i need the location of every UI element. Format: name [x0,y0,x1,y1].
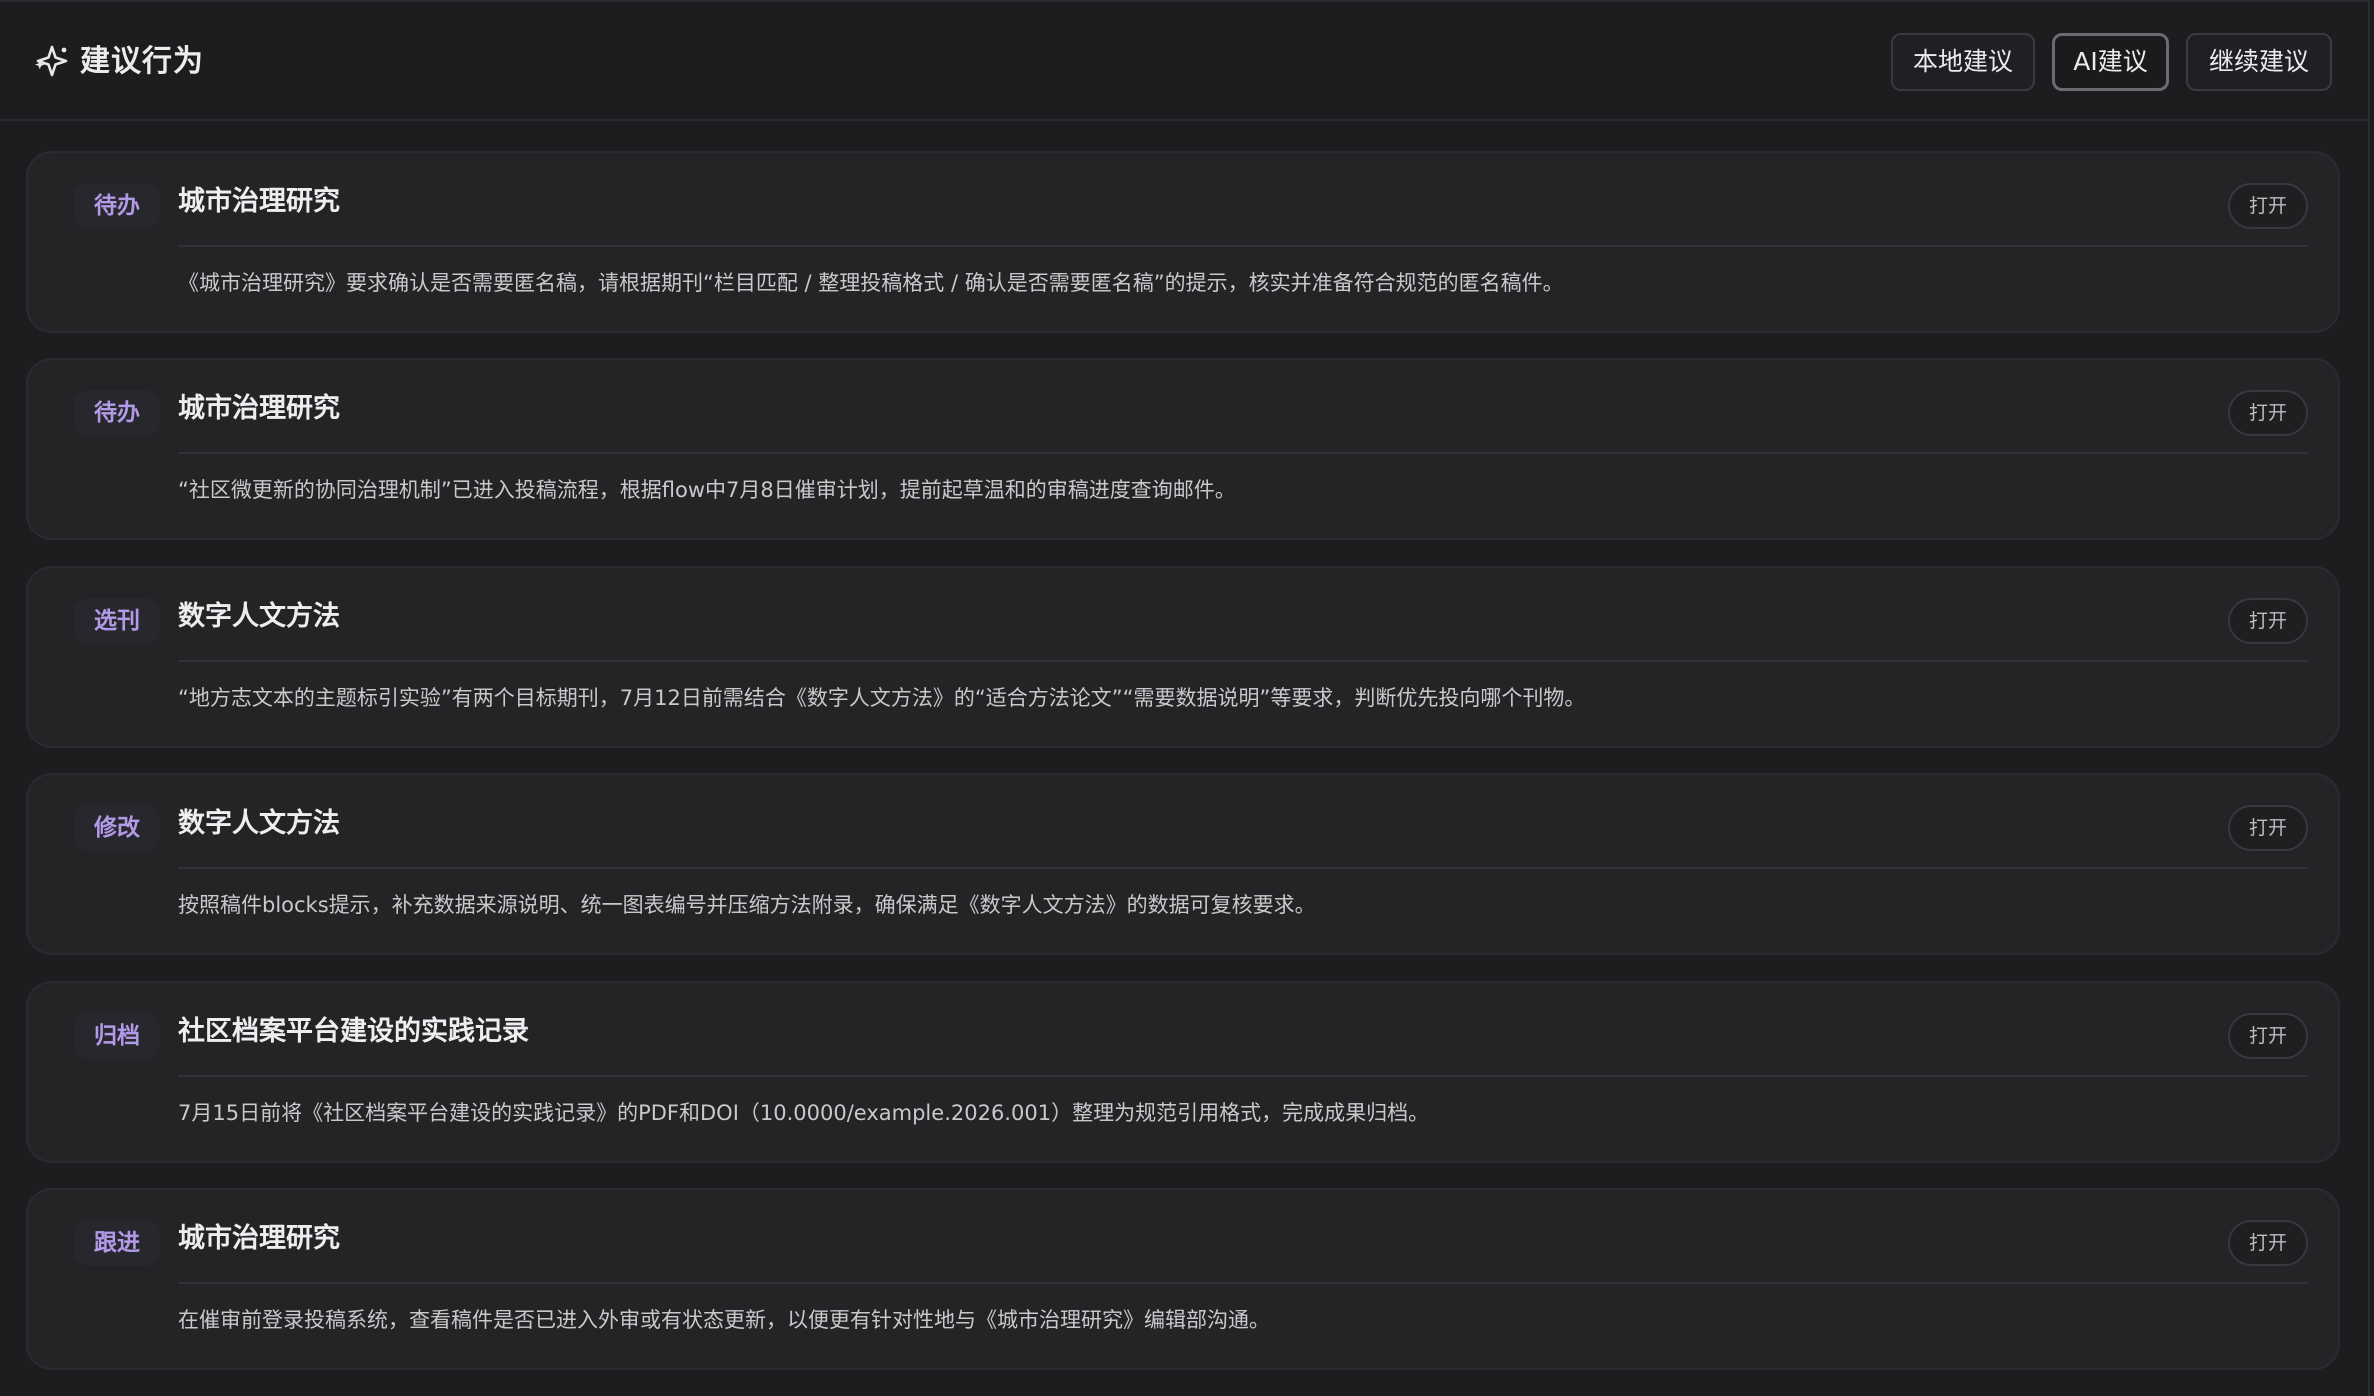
suggestions-panel: 建议行为 本地建议 AI建议 继续建议 待办 城市治理研究 打开 《城市治理研究… [0,0,2370,1396]
panel-header: 建议行为 本地建议 AI建议 继续建议 [0,2,2368,121]
suggestion-description: “社区微更新的协同治理机制”已进入投稿流程，根据flow中7月8日催审计划，提前… [178,478,1236,502]
card-divider [178,452,2308,454]
suggestion-tag: 待办 [74,183,160,229]
open-button[interactable]: 打开 [2228,390,2308,436]
suggestion-card: 待办 城市治理研究 打开 “社区微更新的协同治理机制”已进入投稿流程，根据flo… [26,358,2340,540]
suggestion-card: 选刊 数字人文方法 打开 “地方志文本的主题标引实验”有两个目标期刊，7月12日… [26,566,2340,748]
open-button[interactable]: 打开 [2228,1013,2308,1059]
suggestion-description: 按照稿件blocks提示，补充数据来源说明、统一图表编号并压缩方法附录，确保满足… [178,893,1316,917]
suggestion-tag: 选刊 [74,598,160,644]
suggestion-description: 7月15日前将《社区档案平台建设的实践记录》的PDF和DOI（10.0000/e… [178,1101,1430,1125]
suggestion-tag: 跟进 [74,1220,160,1266]
card-divider [178,660,2308,662]
suggestion-card: 修改 数字人文方法 打开 按照稿件blocks提示，补充数据来源说明、统一图表编… [26,773,2340,955]
panel-title: 建议行为 [80,44,204,79]
suggestion-title: 数字人文方法 [178,601,340,632]
suggestion-card: 归档 社区档案平台建设的实践记录 打开 7月15日前将《社区档案平台建设的实践记… [26,981,2340,1163]
suggestion-description: 在催审前登录投稿系统，查看稿件是否已进入外审或有状态更新，以便更有针对性地与《城… [178,1308,1270,1332]
tab-continue-suggestions[interactable]: 继续建议 [2186,33,2332,91]
suggestion-title: 城市治理研究 [178,1223,340,1254]
tab-local-suggestions[interactable]: 本地建议 [1891,33,2035,91]
suggestion-tag: 修改 [74,805,160,851]
suggestion-card: 跟进 城市治理研究 打开 在催审前登录投稿系统，查看稿件是否已进入外审或有状态更… [26,1188,2340,1370]
suggestion-tag: 归档 [74,1013,160,1059]
suggestion-title: 社区档案平台建设的实践记录 [178,1016,529,1047]
card-divider [178,1075,2308,1077]
tab-ai-suggestions[interactable]: AI建议 [2052,33,2169,91]
sparkles-icon [35,45,68,77]
suggestion-title: 城市治理研究 [178,393,340,424]
open-button[interactable]: 打开 [2228,1220,2308,1266]
suggestion-title: 数字人文方法 [178,808,340,839]
card-divider [178,1282,2308,1284]
suggestion-title: 城市治理研究 [178,186,340,217]
open-button[interactable]: 打开 [2228,598,2308,644]
card-divider [178,245,2308,247]
open-button[interactable]: 打开 [2228,805,2308,851]
suggestion-description: 《城市治理研究》要求确认是否需要匿名稿，请根据期刊“栏目匹配 / 整理投稿格式 … [178,271,1564,295]
card-divider [178,867,2308,869]
open-button[interactable]: 打开 [2228,183,2308,229]
suggestion-description: “地方志文本的主题标引实验”有两个目标期刊，7月12日前需结合《数字人文方法》的… [178,686,1586,710]
suggestion-card: 待办 城市治理研究 打开 《城市治理研究》要求确认是否需要匿名稿，请根据期刊“栏… [26,151,2340,333]
suggestion-tag: 待办 [74,390,160,436]
